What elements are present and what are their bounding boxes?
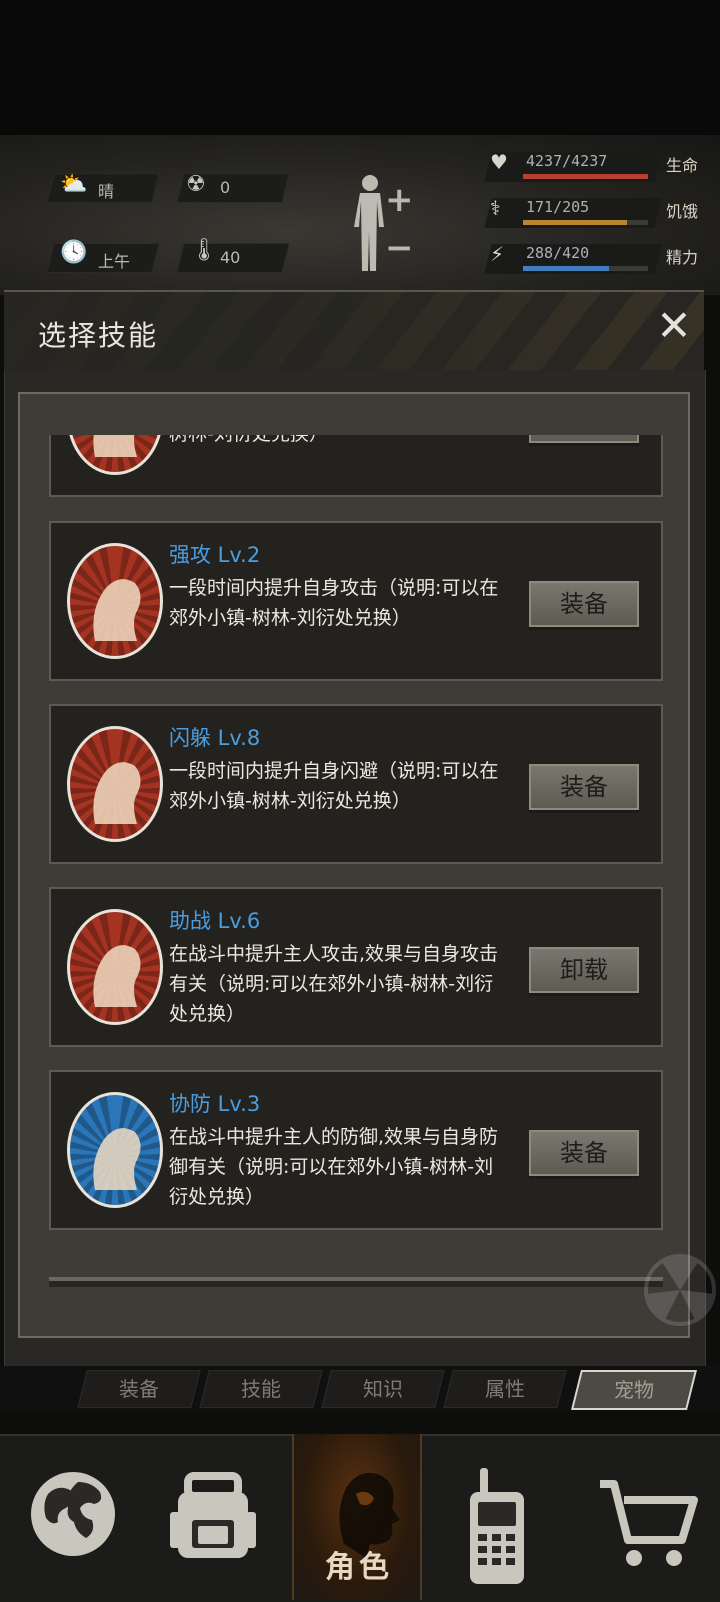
stomach-icon: ⚕ <box>490 196 501 220</box>
nav-character-label: 角色 <box>325 1550 393 1585</box>
unequip-button[interactable]: 卸载 <box>529 947 639 993</box>
globe-icon <box>31 1472 115 1556</box>
skill-description: 在战斗中提升主人攻击,效果与自身攻击有关（说明:可以在郊外小镇-树林-刘衍处兑换… <box>169 943 499 1025</box>
nav-map[interactable] <box>8 1434 138 1600</box>
hunger-bar <box>523 220 628 225</box>
tab-attributes[interactable]: 属性 <box>443 1370 567 1408</box>
skill-item: 生命上限有关（说明:可以在郊外小镇-树林-刘衍处兑换） 装备 <box>49 435 663 497</box>
dodging-dog-icon <box>67 726 163 842</box>
list-end <box>49 1281 663 1287</box>
nav-backpack[interactable] <box>148 1434 278 1600</box>
tab-pets[interactable]: 宠物 <box>571 1370 697 1410</box>
hunger-value: 171/205 <box>526 198 590 216</box>
time-label: 上午 <box>98 252 131 271</box>
tab-skills[interactable]: 技能 <box>199 1370 323 1408</box>
skill-description: 生命上限有关（说明:可以在郊外小镇-树林-刘衍处兑换） <box>169 435 499 449</box>
close-button[interactable]: ✕ <box>652 304 696 348</box>
nav-shop[interactable] <box>582 1434 712 1600</box>
equip-button[interactable]: 装备 <box>529 764 639 810</box>
skill-name: 强攻 Lv.2 <box>169 543 261 567</box>
skill-description: 在战斗中提升主人的防御,效果与自身防御有关（说明:可以在郊外小镇-树林-刘衍处兑… <box>169 1126 499 1208</box>
body-figure-icon[interactable] <box>352 173 388 273</box>
nav-character[interactable]: 角色 <box>292 1434 422 1600</box>
walkie-talkie-icon <box>470 1468 524 1584</box>
radiation-value: 0 <box>220 178 231 197</box>
vital-health: ♥ 4237/4237 生命 <box>478 148 710 182</box>
skill-item: 协防 Lv.3 在战斗中提升主人的防御,效果与自身防御有关（说明:可以在郊外小镇… <box>49 1070 663 1230</box>
energy-icon: ⚡ <box>490 242 505 266</box>
vital-hunger: ⚕ 171/205 饥饿 <box>478 194 710 228</box>
equip-button[interactable]: 装备 <box>529 1130 639 1176</box>
minus-button[interactable]: − <box>385 228 414 268</box>
weather-label: 晴 <box>98 182 115 201</box>
cloudy-weather-icon: ⛅ <box>60 172 88 197</box>
roaring-beast-icon <box>67 543 163 659</box>
top-bar <box>0 0 720 135</box>
tab-equipment[interactable]: 装备 <box>77 1370 201 1408</box>
beast-skill-icon <box>67 435 163 475</box>
plus-button[interactable]: + <box>385 180 414 220</box>
tab-knowledge[interactable]: 知识 <box>321 1370 445 1408</box>
clock-icon: 🕓 <box>60 240 88 265</box>
nav-radio[interactable] <box>432 1434 562 1600</box>
health-label: 生命 <box>666 156 699 175</box>
temperature-value: 40 <box>220 248 241 267</box>
health-bar <box>523 174 648 179</box>
energy-label: 精力 <box>666 248 699 267</box>
hunter-dog-icon <box>67 909 163 1025</box>
energy-bar <box>523 266 609 271</box>
equip-button[interactable]: 装备 <box>529 581 639 627</box>
skill-item: 闪躲 Lv.8 一段时间内提升自身闪避（说明:可以在郊外小镇-树林-刘衍处兑换）… <box>49 704 663 864</box>
hunger-label: 饥饿 <box>666 202 699 221</box>
thermometer-icon: 🌡 <box>190 238 218 263</box>
skill-name: 闪躲 Lv.8 <box>169 726 261 750</box>
skill-name: 协防 Lv.3 <box>169 1092 261 1116</box>
skill-item: 助战 Lv.6 在战斗中提升主人攻击,效果与自身攻击有关（说明:可以在郊外小镇-… <box>49 887 663 1047</box>
panel-title: 选择技能 <box>38 319 159 352</box>
radiation-icon: ☢ <box>186 172 206 197</box>
skill-name: 助战 Lv.6 <box>169 909 261 933</box>
panel-header: 选择技能 <box>4 290 704 372</box>
skill-description: 一段时间内提升自身攻击（说明:可以在郊外小镇-树林-刘衍处兑换） <box>169 577 499 629</box>
skill-item: 强攻 Lv.2 一段时间内提升自身攻击（说明:可以在郊外小镇-树林-刘衍处兑换）… <box>49 521 663 681</box>
equip-button[interactable]: 装备 <box>529 435 639 443</box>
heart-icon: ♥ <box>490 150 508 174</box>
backpack-icon <box>170 1472 256 1558</box>
vital-energy: ⚡ 288/420 精力 <box>478 240 710 274</box>
radiation-watermark-icon <box>644 1254 716 1326</box>
skill-description: 一段时间内提升自身闪避（说明:可以在郊外小镇-树林-刘衍处兑换） <box>169 760 499 812</box>
energy-value: 288/420 <box>526 244 590 262</box>
shopping-cart-icon <box>600 1480 698 1566</box>
shield-dog-icon <box>67 1092 163 1208</box>
skill-list[interactable]: 生命上限有关（说明:可以在郊外小镇-树林-刘衍处兑换） 装备 强攻 Lv.2 一… <box>49 435 663 1285</box>
health-value: 4237/4237 <box>526 152 608 170</box>
